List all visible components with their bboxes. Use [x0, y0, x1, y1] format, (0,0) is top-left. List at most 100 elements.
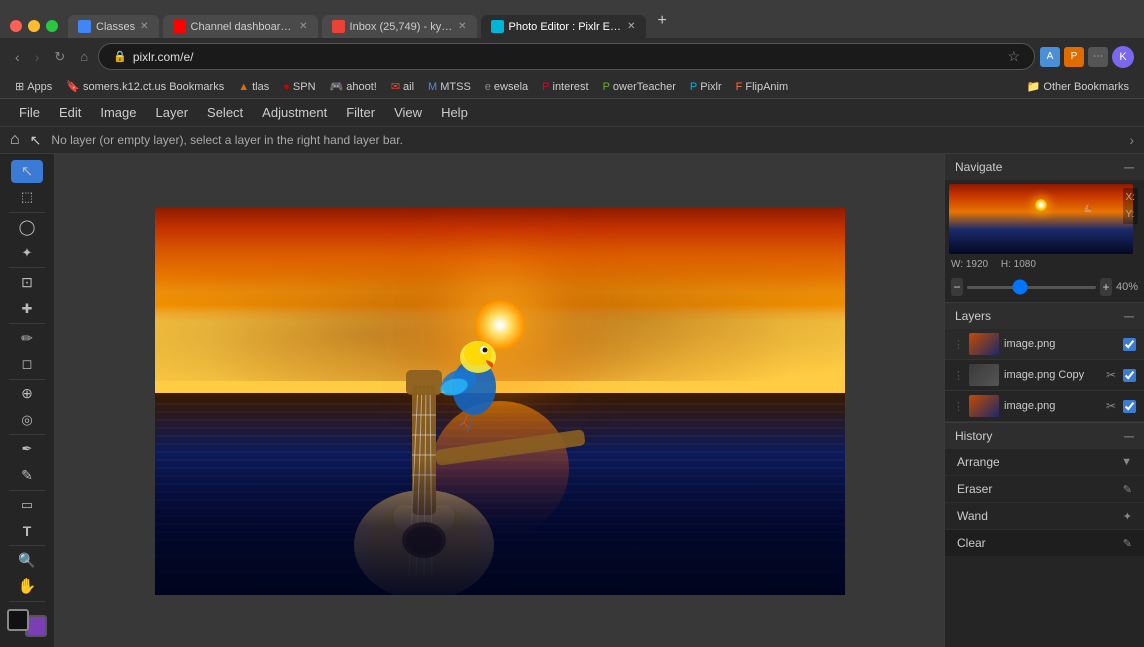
layers-title: Layers — [955, 309, 991, 323]
minimize-button[interactable] — [28, 20, 40, 32]
menu-image[interactable]: Image — [91, 102, 145, 123]
refresh-button[interactable]: ↻ — [49, 46, 70, 68]
bookmark-tlas[interactable]: ▲ tlas — [231, 79, 276, 95]
layer-scissors-2[interactable]: ✂ — [1104, 368, 1118, 382]
history-title: History — [955, 429, 992, 443]
forward-button[interactable]: › — [30, 46, 45, 68]
bookmark-spn[interactable]: ● SPN — [276, 79, 322, 95]
history-name-clear: Clear — [957, 536, 986, 550]
zoom-slider[interactable] — [967, 286, 1096, 289]
tool-shape[interactable]: ▭ — [11, 493, 43, 516]
navigate-header: Navigate ─ — [945, 154, 1144, 180]
toolbar: ⌂ ↖ No layer (or empty layer), select a … — [0, 127, 1144, 154]
underwater-layer — [155, 459, 845, 595]
layer-item-2[interactable]: ⋮ image.png Copy ✂ — [945, 360, 1144, 391]
ext-icon-2[interactable]: P — [1064, 47, 1084, 67]
maximize-button[interactable] — [46, 20, 58, 32]
navigate-collapse-icon[interactable]: ─ — [1124, 159, 1134, 175]
history-item-clear[interactable]: Clear ✎ — [945, 530, 1144, 556]
menu-file[interactable]: File — [10, 102, 49, 123]
cursor-tool-icon[interactable]: ↖ — [30, 132, 42, 149]
bookmark-ail[interactable]: ✉ ail — [384, 78, 421, 95]
close-button[interactable] — [10, 20, 22, 32]
address-bar[interactable]: 🔒 pixlr.com/e/ ☆ — [98, 43, 1035, 70]
tab-close-inbox[interactable]: ✕ — [458, 21, 466, 32]
zoom-plus-button[interactable]: + — [1100, 278, 1112, 296]
right-panel: Navigate ─ ⛵ X: Y: — [944, 154, 1144, 647]
ext-icon-1[interactable]: A — [1040, 47, 1060, 67]
history-item-wand[interactable]: Wand ✦ — [945, 503, 1144, 530]
color-swatches[interactable] — [7, 609, 47, 638]
menu-view[interactable]: View — [385, 102, 431, 123]
tool-clone[interactable]: ⊕ — [11, 382, 43, 405]
layers-section: Layers ─ ⋮ image.png ⋮ image.png Copy ✂ — [945, 303, 1144, 423]
layer-item-1[interactable]: ⋮ image.png — [945, 329, 1144, 360]
tool-zoom[interactable]: 🔍 — [11, 549, 43, 572]
layers-collapse-icon[interactable]: ─ — [1124, 308, 1134, 324]
tool-pen[interactable]: ✒ — [11, 438, 43, 461]
navigate-content: ⛵ X: Y: W: 1920 H: 1080 − + — [945, 180, 1144, 302]
layer-drag-handle-2: ⋮ — [953, 369, 964, 382]
tab-pixlr[interactable]: Photo Editor : Pixlr E - free ima... ✕ — [481, 15, 646, 38]
tool-crop[interactable]: ⊡ — [11, 271, 43, 294]
bookmark-other[interactable]: 📁 Other Bookmarks — [1020, 78, 1136, 95]
layer-scissors-3[interactable]: ✂ — [1104, 399, 1118, 413]
ext-icon-3[interactable]: ⋯ — [1088, 47, 1108, 67]
menu-filter[interactable]: Filter — [337, 102, 384, 123]
bookmark-powerteacher[interactable]: P owerTeacher — [596, 79, 683, 95]
bookmark-kahoot[interactable]: 🎮 ahoot! — [323, 78, 384, 95]
bookmark-mtss[interactable]: M MTSS — [421, 79, 478, 95]
tool-eyedropper[interactable]: ✎ — [11, 464, 43, 487]
tool-text[interactable]: T — [11, 519, 43, 542]
bookmark-ewsela[interactable]: e ewsela — [478, 79, 535, 95]
canvas-composite[interactable] — [155, 207, 845, 595]
tool-lasso[interactable]: ◯ — [11, 216, 43, 239]
zoom-minus-button[interactable]: − — [951, 278, 963, 296]
canvas-area — [55, 154, 944, 647]
menu-edit[interactable]: Edit — [50, 102, 90, 123]
tool-eraser[interactable]: ◻ — [11, 353, 43, 376]
bookmark-somers[interactable]: 🔖 somers.k12.ct.us Bookmarks — [59, 78, 231, 95]
bookmark-flipanim[interactable]: F FlipAnim — [729, 79, 796, 95]
history-item-arrange[interactable]: Arrange ▼ — [945, 449, 1144, 476]
history-icon-eraser: ✎ — [1123, 483, 1132, 496]
menu-layer[interactable]: Layer — [147, 102, 198, 123]
layer-visible-1[interactable] — [1123, 338, 1136, 351]
foreground-color-swatch[interactable] — [7, 609, 29, 631]
profile-avatar[interactable]: K — [1112, 46, 1134, 68]
menu-help[interactable]: Help — [432, 102, 477, 123]
tab-youtube[interactable]: Channel dashboard - YouTube ✕ — [163, 15, 318, 38]
tab-inbox[interactable]: Inbox (25,749) - kyle.kipfer@s... ✕ — [322, 15, 477, 38]
menu-adjustment[interactable]: Adjustment — [253, 102, 336, 123]
lock-icon: 🔒 — [113, 50, 127, 63]
tab-close-classes[interactable]: ✕ — [140, 21, 148, 32]
title-bar: Classes ✕ Channel dashboard - YouTube ✕ … — [0, 0, 1144, 38]
bookmark-apps[interactable]: ⊞ Apps — [8, 78, 59, 95]
expand-panel-icon[interactable]: › — [1129, 132, 1134, 148]
tool-dodge[interactable]: ◎ — [11, 408, 43, 431]
home-button[interactable]: ⌂ — [75, 46, 93, 67]
history-item-eraser[interactable]: Eraser ✎ — [945, 476, 1144, 503]
tool-marquee[interactable]: ⬚ — [11, 186, 43, 209]
new-tab-button[interactable]: + — [650, 8, 675, 38]
tab-close-youtube[interactable]: ✕ — [299, 21, 307, 32]
bookmark-interest[interactable]: P interest — [535, 79, 595, 95]
history-collapse-icon[interactable]: ─ — [1124, 428, 1134, 444]
layer-visible-3[interactable] — [1123, 400, 1136, 413]
tool-magic-wand[interactable]: ✦ — [11, 241, 43, 264]
tab-classes[interactable]: Classes ✕ — [68, 15, 159, 38]
menu-select[interactable]: Select — [198, 102, 252, 123]
tool-move[interactable]: ↖ — [11, 160, 43, 183]
layers-header: Layers ─ — [945, 303, 1144, 329]
layer-visible-2[interactable] — [1123, 369, 1136, 382]
home-tool-icon[interactable]: ⌂ — [10, 131, 20, 149]
layer-item-3[interactable]: ⋮ image.png ✂ — [945, 391, 1144, 422]
star-icon[interactable]: ☆ — [1007, 48, 1020, 65]
bookmark-pixlr[interactable]: P Pixlr — [683, 79, 729, 95]
tool-pan[interactable]: ✋ — [11, 575, 43, 598]
tool-heal[interactable]: ✚ — [11, 297, 43, 320]
tab-close-pixlr[interactable]: ✕ — [627, 21, 635, 32]
tool-brush[interactable]: ✏ — [11, 327, 43, 350]
back-button[interactable]: ‹ — [10, 46, 25, 68]
nav-thumbnail[interactable]: ⛵ — [949, 184, 1133, 254]
